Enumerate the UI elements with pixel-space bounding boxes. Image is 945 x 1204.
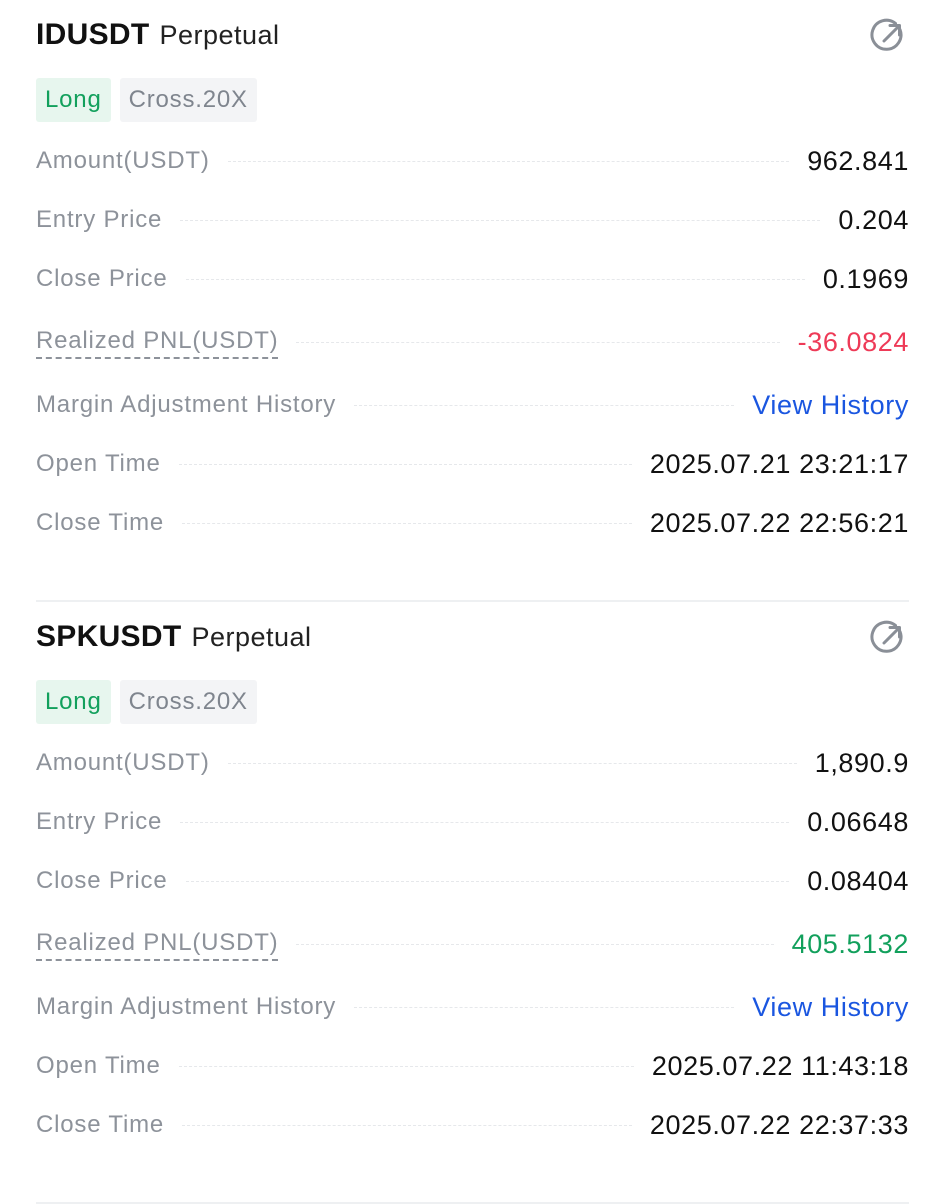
leader-line [185, 278, 805, 280]
realized-pnl-row: Realized PNL(USDT) 405.5132 [36, 924, 909, 964]
close-price-row: Close Price 0.1969 [36, 259, 909, 299]
open-time-value: 2025.07.21 23:21:17 [649, 448, 909, 479]
contract-type: Perpetual [191, 621, 312, 652]
close-time-label: Close Time [36, 1111, 165, 1138]
entry-price-value: 0.204 [838, 204, 909, 235]
amount-value: 962.841 [807, 145, 909, 176]
position-card: SPKUSDT Perpetual Long Cross.20X Amount(… [36, 602, 909, 1204]
close-time-row: Close Time 2025.07.22 22:56:21 [36, 503, 909, 543]
close-price-value: 0.1969 [822, 263, 909, 294]
contract-type: Perpetual [159, 19, 280, 50]
realized-pnl-row: Realized PNL(USDT) -36.0824 [36, 322, 909, 362]
entry-price-label: Entry Price [36, 206, 163, 233]
amount-label: Amount(USDT) [36, 749, 210, 776]
leader-line [296, 341, 780, 343]
entry-price-value: 0.06648 [807, 806, 909, 837]
position-card: IDUSDT Perpetual Long Cross.20X Amount(U… [36, 0, 909, 602]
margin-history-label: Margin Adjustment History [36, 391, 337, 418]
close-price-label: Close Price [36, 265, 168, 292]
position-header: IDUSDT Perpetual [36, 14, 909, 56]
close-price-label: Close Price [36, 867, 168, 894]
leader-line [296, 943, 774, 945]
close-price-value: 0.08404 [807, 865, 909, 896]
view-history-link[interactable]: View History [752, 390, 909, 421]
realized-pnl-label[interactable]: Realized PNL(USDT) [36, 326, 279, 359]
leader-line [354, 1006, 735, 1008]
close-time-label: Close Time [36, 509, 165, 536]
margin-mode-badge: Cross.20X [119, 78, 257, 122]
margin-mode-badge: Cross.20X [119, 680, 257, 724]
realized-pnl-value: 405.5132 [791, 928, 909, 959]
leader-line [182, 522, 632, 524]
leader-line [227, 160, 790, 162]
position-tags: Long Cross.20X [36, 78, 257, 122]
position-header: SPKUSDT Perpetual [36, 616, 909, 658]
entry-price-row: Entry Price 0.204 [36, 200, 909, 240]
entry-price-row: Entry Price 0.06648 [36, 802, 909, 842]
leader-line [227, 762, 797, 764]
entry-price-label: Entry Price [36, 808, 163, 835]
margin-history-row: Margin Adjustment History View History [36, 987, 909, 1027]
open-time-value: 2025.07.22 11:43:18 [651, 1050, 909, 1081]
side-badge: Long [36, 78, 111, 122]
close-price-row: Close Price 0.08404 [36, 861, 909, 901]
share-button[interactable] [869, 16, 909, 56]
close-time-row: Close Time 2025.07.22 22:37:33 [36, 1105, 909, 1145]
margin-history-row: Margin Adjustment History View History [36, 385, 909, 425]
share-arrow-icon [870, 620, 903, 653]
leader-line [354, 404, 735, 406]
margin-history-label: Margin Adjustment History [36, 993, 337, 1020]
position-symbol: IDUSDT [36, 18, 150, 51]
leader-line [180, 219, 821, 221]
open-time-row: Open Time 2025.07.21 23:21:17 [36, 444, 909, 484]
amount-row: Amount(USDT) 1,890.9 [36, 743, 909, 783]
open-time-row: Open Time 2025.07.22 11:43:18 [36, 1046, 909, 1086]
share-button[interactable] [869, 618, 909, 658]
position-symbol: SPKUSDT [36, 620, 182, 653]
side-badge: Long [36, 680, 111, 724]
position-tags: Long Cross.20X [36, 680, 257, 724]
open-time-label: Open Time [36, 450, 161, 477]
leader-line [185, 880, 790, 882]
close-time-value: 2025.07.22 22:37:33 [649, 1109, 909, 1140]
realized-pnl-label[interactable]: Realized PNL(USDT) [36, 928, 279, 961]
leader-line [178, 1065, 634, 1067]
leader-line [180, 821, 790, 823]
realized-pnl-value: -36.0824 [797, 326, 909, 357]
amount-value: 1,890.9 [814, 747, 909, 778]
view-history-link[interactable]: View History [752, 992, 909, 1023]
leader-line [182, 1124, 632, 1126]
amount-row: Amount(USDT) 962.841 [36, 141, 909, 181]
open-time-label: Open Time [36, 1052, 161, 1079]
close-time-value: 2025.07.22 22:56:21 [649, 507, 909, 538]
amount-label: Amount(USDT) [36, 147, 210, 174]
share-arrow-icon [870, 18, 903, 51]
leader-line [178, 463, 632, 465]
